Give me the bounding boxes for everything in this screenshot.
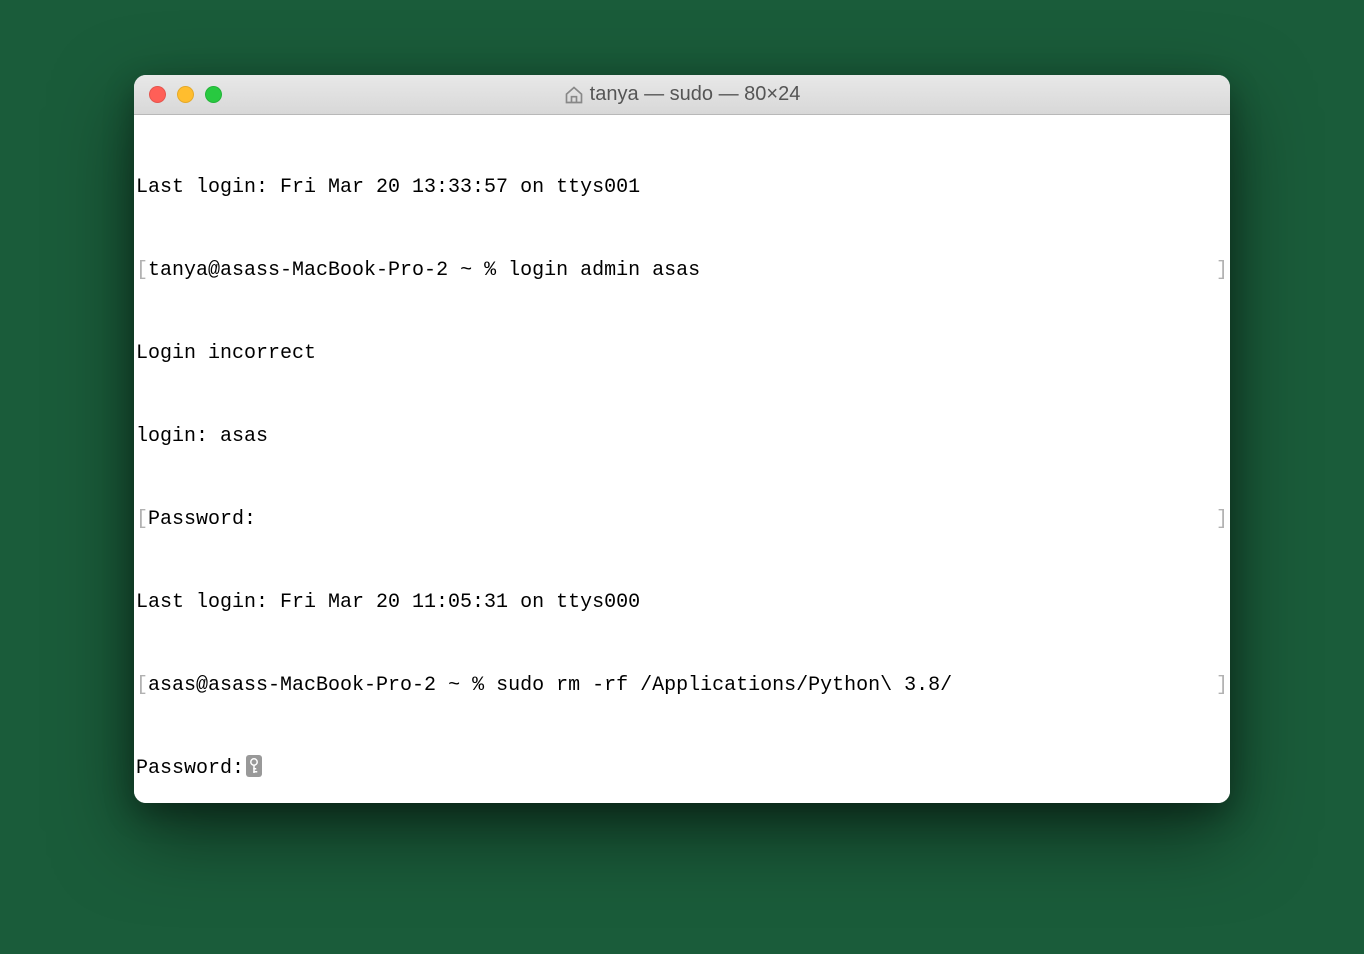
terminal-line: Login incorrect xyxy=(136,340,1228,368)
terminal-text: Last login: Fri Mar 20 11:05:31 on ttys0… xyxy=(136,589,640,617)
terminal-text: Login incorrect xyxy=(136,340,316,368)
terminal-text: Password: xyxy=(148,506,256,534)
terminal-line: login: asas xyxy=(136,423,1228,451)
window-title: tanya — sudo — 80×24 xyxy=(134,83,1230,106)
bracket-icon: [ xyxy=(136,257,148,285)
key-cursor-icon xyxy=(246,755,262,777)
home-icon xyxy=(564,85,584,105)
maximize-button[interactable] xyxy=(205,86,222,103)
terminal-line: [asas@asass-MacBook-Pro-2 ~ % sudo rm -r… xyxy=(136,672,1228,700)
window-title-text: tanya — sudo — 80×24 xyxy=(590,83,801,106)
terminal-window: tanya — sudo — 80×24 Last login: Fri Mar… xyxy=(134,75,1230,803)
bracket-icon: [ xyxy=(136,672,148,700)
terminal-body[interactable]: Last login: Fri Mar 20 13:33:57 on ttys0… xyxy=(134,115,1230,803)
close-button[interactable] xyxy=(149,86,166,103)
bracket-icon: ] xyxy=(1216,672,1228,700)
password-prompt: Password: xyxy=(136,755,244,783)
bracket-icon: ] xyxy=(1216,257,1228,285)
terminal-text: Last login: Fri Mar 20 13:33:57 on ttys0… xyxy=(136,174,640,202)
terminal-line: Last login: Fri Mar 20 11:05:31 on ttys0… xyxy=(136,589,1228,617)
minimize-button[interactable] xyxy=(177,86,194,103)
bracket-icon: [ xyxy=(136,506,148,534)
window-titlebar[interactable]: tanya — sudo — 80×24 xyxy=(134,75,1230,115)
terminal-text: login: asas xyxy=(136,423,268,451)
bracket-icon: ] xyxy=(1216,506,1228,534)
traffic-lights xyxy=(134,86,222,103)
terminal-line: [tanya@asass-MacBook-Pro-2 ~ % login adm… xyxy=(136,257,1228,285)
terminal-line: Last login: Fri Mar 20 13:33:57 on ttys0… xyxy=(136,174,1228,202)
terminal-line: [Password:] xyxy=(136,506,1228,534)
terminal-line: Password: xyxy=(136,755,1228,783)
terminal-text: asas@asass-MacBook-Pro-2 ~ % sudo rm -rf… xyxy=(148,672,952,700)
terminal-text: tanya@asass-MacBook-Pro-2 ~ % login admi… xyxy=(148,257,700,285)
